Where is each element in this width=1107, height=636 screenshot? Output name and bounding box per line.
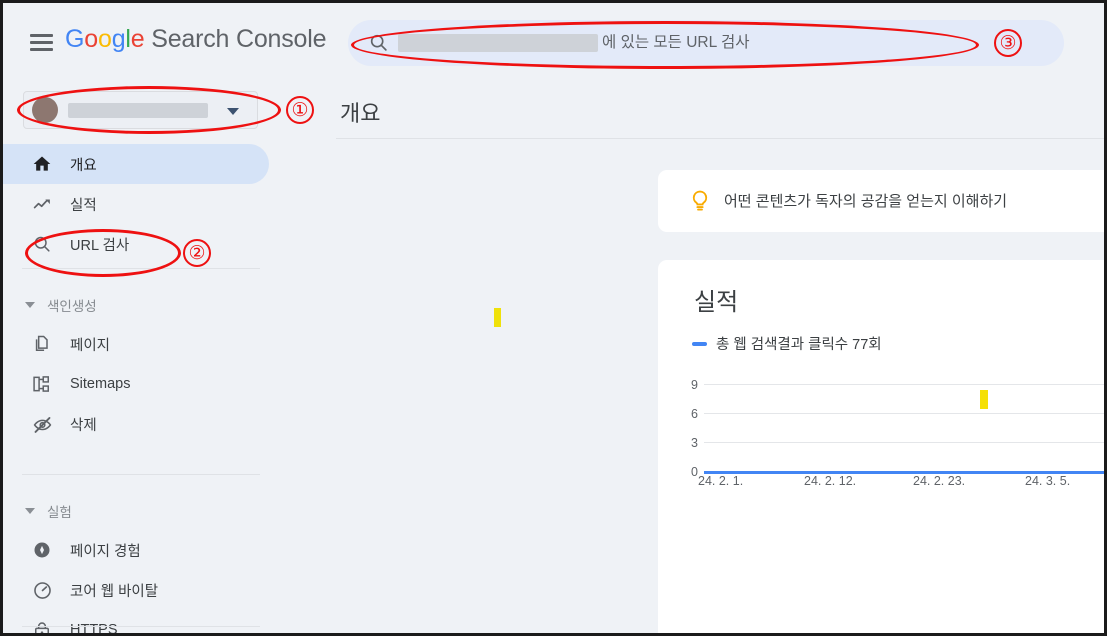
sidebar-section-indexing[interactable]: 색인생성 bbox=[3, 291, 269, 319]
search-placeholder-text: 에 있는 모든 URL 검사 bbox=[602, 34, 750, 51]
property-selector[interactable] bbox=[23, 91, 258, 129]
logo-letter-g2: g bbox=[111, 25, 126, 53]
gridline bbox=[704, 442, 1104, 443]
sidebar-item-label: HTTPS bbox=[70, 622, 118, 636]
sidebar-item-label: URL 검사 bbox=[70, 237, 130, 254]
sidebar-section-label: 실험 bbox=[47, 505, 72, 520]
page-title: 개요 bbox=[340, 101, 381, 126]
browser-window: Google Search Console 에 있는 모든 URL 검사 개요 bbox=[0, 0, 1107, 636]
pages-copy-icon bbox=[30, 332, 54, 356]
logo-letter-o1: o bbox=[84, 25, 98, 53]
sidebar-item-page-experience[interactable]: 페이지 경험 bbox=[3, 530, 269, 570]
sitemap-icon bbox=[30, 372, 54, 396]
sidebar: 개요 실적 URL 검사 색인생성 페이지 Sitemaps 삭제 실험 페이지… bbox=[3, 78, 280, 636]
sidebar-item-core-web-vitals[interactable]: 코어 웹 바이탈 bbox=[3, 570, 269, 610]
property-name-redacted bbox=[68, 102, 208, 118]
site-avatar-icon bbox=[32, 97, 58, 123]
legend-color-swatch bbox=[692, 341, 707, 346]
x-axis-tick: 24. 3. 5. bbox=[1025, 474, 1071, 488]
sidebar-item-https[interactable]: HTTPS bbox=[3, 610, 269, 636]
sidebar-item-performance[interactable]: 실적 bbox=[3, 184, 269, 224]
url-inspection-search-bar[interactable]: 에 있는 모든 URL 검사 bbox=[348, 20, 1064, 66]
chart-yellow-marker bbox=[980, 390, 988, 409]
x-axis-tick: 24. 2. 1. bbox=[698, 474, 744, 488]
chevron-down-icon bbox=[25, 302, 35, 308]
sidebar-divider bbox=[22, 626, 260, 627]
search-icon bbox=[370, 34, 387, 51]
logo-letter-g1: G bbox=[65, 25, 85, 53]
chevron-down-icon bbox=[227, 108, 239, 115]
search-icon bbox=[30, 232, 54, 256]
hamburger-menu-icon[interactable] bbox=[30, 34, 53, 51]
y-axis-tick: 9 bbox=[691, 378, 698, 392]
sidebar-item-overview[interactable]: 개요 bbox=[3, 144, 269, 184]
tip-card[interactable]: 어떤 콘텐츠가 독자의 공감을 얻는지 이해하기 bbox=[658, 170, 1104, 232]
logo-letter-e: e bbox=[130, 25, 145, 53]
lock-icon bbox=[30, 618, 54, 633]
legend-label: 총 웹 검색결과 클릭수 77회 bbox=[716, 337, 882, 353]
trending-up-icon bbox=[30, 192, 54, 216]
top-bar: Google Search Console 에 있는 모든 URL 검사 bbox=[3, 3, 1104, 78]
gridline bbox=[704, 413, 1104, 414]
stray-yellow-marker bbox=[494, 308, 501, 327]
lightbulb-icon bbox=[692, 190, 708, 211]
chevron-down-icon bbox=[25, 508, 35, 514]
sidebar-section-label: 색인생성 bbox=[47, 299, 97, 314]
logo-letter-o2: o bbox=[97, 25, 112, 53]
gridline bbox=[704, 384, 1104, 385]
logo-text-search-console: Search Console bbox=[144, 25, 327, 53]
y-axis-tick: 3 bbox=[691, 436, 698, 450]
sidebar-section-experiments[interactable]: 실험 bbox=[3, 497, 269, 525]
sidebar-item-label: 코어 웹 바이탈 bbox=[70, 583, 159, 600]
page-experience-icon bbox=[30, 538, 54, 562]
title-divider bbox=[336, 138, 1104, 139]
eye-off-icon bbox=[30, 412, 54, 436]
speedometer-icon bbox=[30, 578, 54, 602]
sidebar-item-label: 개요 bbox=[70, 157, 97, 174]
sidebar-item-label: 페이지 bbox=[70, 337, 111, 354]
sidebar-item-label: 실적 bbox=[70, 197, 97, 214]
sidebar-item-url-inspection[interactable]: URL 검사 bbox=[3, 224, 269, 264]
y-axis-tick: 0 bbox=[691, 465, 698, 479]
sidebar-divider bbox=[22, 474, 260, 475]
home-icon bbox=[30, 152, 54, 176]
google-search-console-logo: Google Search Console bbox=[65, 25, 327, 54]
x-axis-tick: 24. 2. 23. bbox=[913, 474, 966, 488]
sidebar-item-sitemaps[interactable]: Sitemaps bbox=[3, 364, 269, 404]
sidebar-divider bbox=[22, 268, 260, 269]
chart-legend[interactable]: 총 웹 검색결과 클릭수 77회 bbox=[692, 333, 882, 354]
y-axis-tick: 6 bbox=[691, 407, 698, 421]
sidebar-item-pages[interactable]: 페이지 bbox=[3, 324, 269, 364]
performance-card-title: 실적 bbox=[694, 289, 739, 316]
sidebar-item-label: 삭제 bbox=[70, 417, 97, 434]
sidebar-item-label: Sitemaps bbox=[70, 376, 131, 392]
tip-card-text: 어떤 콘텐츠가 독자의 공감을 얻는지 이해하기 bbox=[724, 193, 1008, 210]
sidebar-item-label: 페이지 경험 bbox=[70, 543, 141, 560]
sidebar-item-removals[interactable]: 삭제 bbox=[3, 404, 269, 444]
performance-chart[interactable]: 9 6 3 0 24. 2. 1. 24. 2. 12. 24. 2. 23. … bbox=[672, 378, 1104, 498]
main-content: 개요 어떤 콘텐츠가 독자의 공감을 얻는지 이해하기 실적 총 웹 검색결과 … bbox=[280, 78, 1104, 633]
x-axis-tick: 24. 2. 12. bbox=[804, 474, 857, 488]
performance-card: 실적 총 웹 검색결과 클릭수 77회 9 6 3 0 24. 2. 1. 24… bbox=[658, 260, 1104, 633]
search-property-redacted-value bbox=[398, 34, 598, 52]
